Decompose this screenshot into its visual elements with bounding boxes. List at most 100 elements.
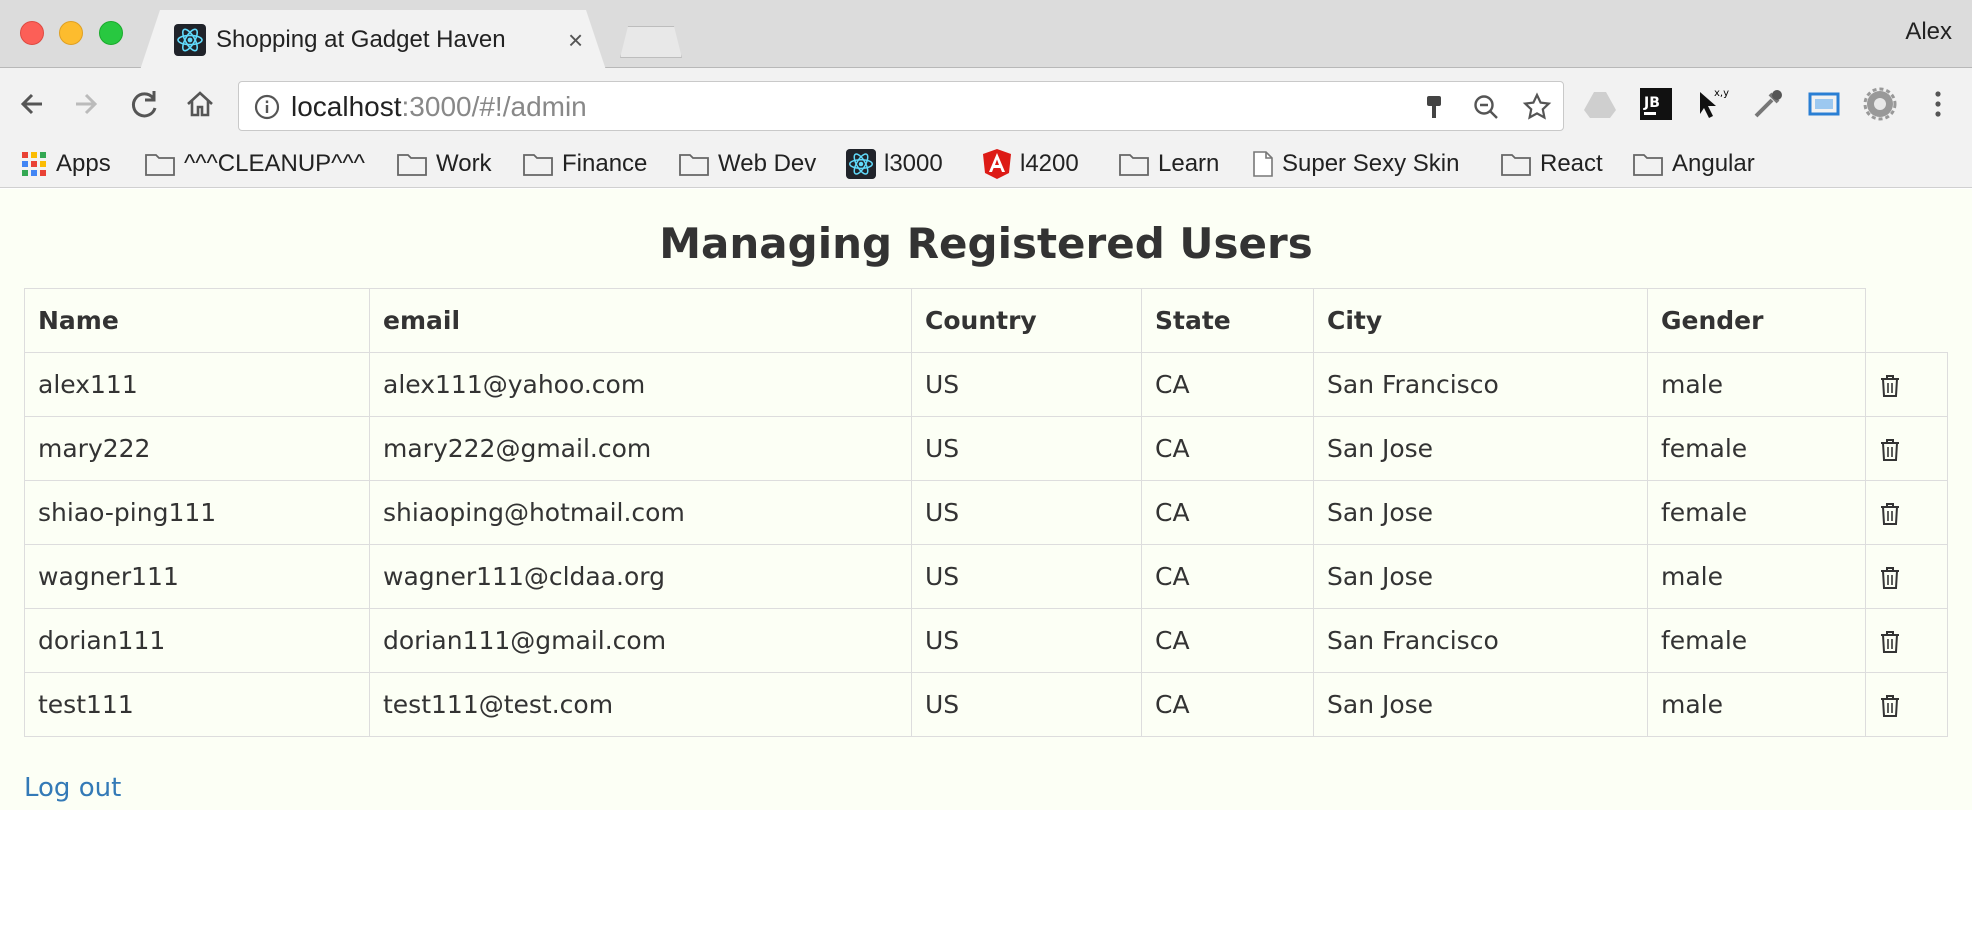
bookmark-learn[interactable]: Learn <box>1118 146 1219 182</box>
table-row: alex111 alex111@yahoo.com US CA San Fran… <box>24 352 1948 417</box>
bookmark-label: l3000 <box>884 150 943 177</box>
site-info-icon[interactable] <box>253 93 281 121</box>
svg-text:JB: JB <box>1643 95 1660 111</box>
trash-icon[interactable] <box>1879 630 1901 654</box>
tab-close-icon[interactable]: × <box>568 24 583 56</box>
admin-page: Managing Registered Users Name email Cou… <box>0 189 1972 810</box>
back-icon[interactable] <box>12 84 52 124</box>
delete-cell <box>1865 608 1948 673</box>
table-row: test111 test111@test.com US CA San Jose … <box>24 672 1948 737</box>
user-gender: male <box>1647 352 1866 417</box>
bookmark-react[interactable]: React <box>1500 146 1603 182</box>
window-close-button[interactable] <box>20 21 44 45</box>
key-icon[interactable] <box>1419 92 1449 122</box>
user-state: CA <box>1141 608 1314 673</box>
trash-icon[interactable] <box>1879 566 1901 590</box>
folder-icon <box>679 154 709 176</box>
user-gender: female <box>1647 416 1866 481</box>
trash-icon[interactable] <box>1879 438 1901 462</box>
table-row: shiao-ping111 shiaoping@hotmail.com US C… <box>24 480 1948 545</box>
bookmark-apps[interactable]: Apps <box>20 146 111 182</box>
user-name: test111 <box>24 672 370 737</box>
bookmark-label: ^^^CLEANUP^^^ <box>184 150 365 177</box>
user-name: mary222 <box>24 416 370 481</box>
trash-icon[interactable] <box>1879 694 1901 718</box>
user-email: dorian111@gmail.com <box>369 608 912 673</box>
user-country: US <box>911 416 1142 481</box>
user-country: US <box>911 352 1142 417</box>
screen-capture-icon[interactable] <box>1806 86 1842 122</box>
user-city: San Jose <box>1313 672 1648 737</box>
trash-icon[interactable] <box>1879 502 1901 526</box>
window-maximize-button[interactable] <box>99 21 123 45</box>
window-minimize-button[interactable] <box>59 21 83 45</box>
bookmark-l3000[interactable]: l3000 <box>846 146 943 182</box>
user-state: CA <box>1141 544 1314 609</box>
bookmark-work[interactable]: Work <box>396 146 492 182</box>
user-country: US <box>911 672 1142 737</box>
column-header-country: Country <box>911 288 1142 353</box>
bookmark-l4200[interactable]: l4200 <box>982 146 1079 182</box>
user-country: US <box>911 608 1142 673</box>
folder-icon <box>1633 154 1663 176</box>
angular-icon <box>983 149 1011 179</box>
user-gender: female <box>1647 608 1866 673</box>
url-text[interactable]: localhost:3000/#!/admin <box>291 91 587 123</box>
user-city: San Jose <box>1313 480 1648 545</box>
logout-link[interactable]: Log out <box>24 773 121 803</box>
bookmark-super-sexy-skin[interactable]: Super Sexy Skin <box>1252 146 1459 182</box>
drive-icon[interactable] <box>1582 86 1618 122</box>
new-tab-button[interactable] <box>620 26 682 58</box>
delete-cell <box>1865 352 1948 417</box>
browser-toolbar: localhost:3000/#!/admin JB x,y <box>0 68 1972 142</box>
bookmark-label: l4200 <box>1020 150 1079 177</box>
trash-icon[interactable] <box>1879 374 1901 398</box>
delete-cell <box>1865 416 1948 481</box>
svg-text:x,y: x,y <box>1714 88 1729 99</box>
user-city: San Francisco <box>1313 352 1648 417</box>
user-email: shiaoping@hotmail.com <box>369 480 912 545</box>
home-icon[interactable] <box>180 84 220 124</box>
column-header-name: Name <box>24 288 370 353</box>
eyedropper-icon[interactable] <box>1750 86 1786 122</box>
user-email: mary222@gmail.com <box>369 416 912 481</box>
bookmark-label: Angular <box>1672 150 1755 177</box>
user-state: CA <box>1141 352 1314 417</box>
browser-tab-active[interactable]: Shopping at Gadget Haven × <box>140 10 606 70</box>
user-gender: female <box>1647 480 1866 545</box>
bookmark-angular[interactable]: Angular <box>1632 146 1755 182</box>
user-email: wagner111@cldaa.org <box>369 544 912 609</box>
table-header-row: Name email Country State City Gender <box>24 288 1948 353</box>
gear-icon[interactable] <box>1862 86 1898 122</box>
delete-cell <box>1865 544 1948 609</box>
table-row: mary222 mary222@gmail.com US CA San Jose… <box>24 416 1948 481</box>
bookmark-finance[interactable]: Finance <box>522 146 647 182</box>
user-email: alex111@yahoo.com <box>369 352 912 417</box>
address-bar[interactable]: localhost:3000/#!/admin <box>238 81 1564 131</box>
page-title: Managing Registered Users <box>659 219 1313 268</box>
bookmark-label: Web Dev <box>718 150 817 177</box>
more-menu-icon[interactable] <box>1920 86 1956 122</box>
jetbrains-icon[interactable]: JB <box>1638 86 1674 122</box>
page-icon <box>1253 151 1273 177</box>
profile-name[interactable]: Alex <box>1905 18 1952 46</box>
reload-icon[interactable] <box>124 84 164 124</box>
folder-icon <box>1119 154 1149 176</box>
bookmark-label: React <box>1540 150 1603 177</box>
forward-icon[interactable] <box>66 84 106 124</box>
user-city: San Jose <box>1313 416 1648 481</box>
bookmark-web-dev[interactable]: Web Dev <box>678 146 816 182</box>
user-gender: male <box>1647 672 1866 737</box>
user-name: shiao-ping111 <box>24 480 370 545</box>
user-city: San Jose <box>1313 544 1648 609</box>
folder-icon <box>145 154 175 176</box>
bookmark-cleanup[interactable]: ^^^CLEANUP^^^ <box>144 146 365 182</box>
cursor-xy-icon[interactable]: x,y <box>1694 86 1730 122</box>
user-name: wagner111 <box>24 544 370 609</box>
folder-icon <box>397 154 427 176</box>
bookmark-star-icon[interactable] <box>1521 91 1553 123</box>
column-header-state: State <box>1141 288 1314 353</box>
user-state: CA <box>1141 672 1314 737</box>
apps-grid-icon <box>22 152 46 176</box>
zoom-out-icon[interactable] <box>1471 92 1501 122</box>
